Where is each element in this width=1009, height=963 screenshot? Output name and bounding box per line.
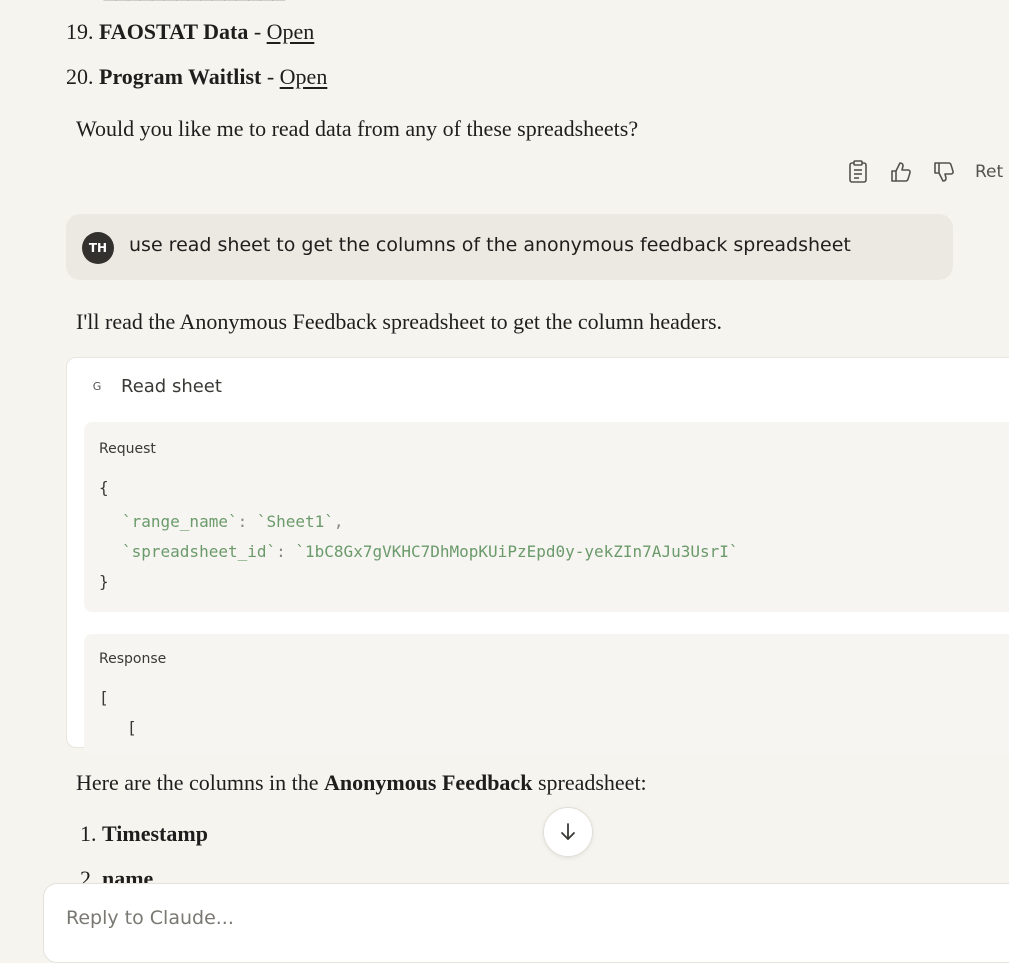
tool-title: Read sheet — [121, 376, 222, 397]
code-value: `1bC8Gx7gVKHC7DhMopKUiPzEpd0y-yekZIn7AJu… — [295, 542, 739, 561]
thumbs-down-icon — [934, 162, 954, 182]
arrow-down-icon — [561, 823, 575, 840]
sheet-title: Program Waitlist — [99, 64, 262, 89]
code-bracket: [ — [127, 718, 137, 737]
request-label: Request — [99, 441, 156, 457]
tool-call-card: G Read sheet Request { `range_name`: `Sh… — [66, 357, 1009, 754]
google-icon: G — [92, 380, 102, 393]
open-link[interactable]: Open — [280, 64, 328, 89]
copy-button[interactable] — [842, 156, 874, 188]
code-value: `Sheet1` — [256, 512, 334, 531]
clipboard-icon — [849, 160, 867, 183]
assistant-intro: I'll read the Anonymous Feedback spreads… — [76, 309, 723, 334]
code-bracket: [ — [99, 688, 109, 707]
list-number: 20. — [66, 64, 94, 89]
code-brace: } — [99, 572, 109, 591]
list-item: 19. FAOSTAT Data - Open — [66, 19, 314, 45]
sheet-title: FAOSTAT Data — [99, 19, 249, 44]
reply-composer — [43, 883, 1009, 963]
avatar: TH — [82, 232, 114, 264]
clipped-text-top: ━━━━━━━━━━━━━━━ — [104, 0, 285, 11]
columns-intro: Here are the columns in the Anonymous Fe… — [76, 770, 647, 796]
columns-intro-text: spreadsheet: — [532, 770, 647, 795]
code-key: `range_name` — [122, 512, 238, 531]
list-item: 1. Timestamp — [80, 821, 208, 847]
column-name: Timestamp — [102, 821, 208, 846]
code-punct: , — [333, 512, 344, 531]
thumbs-down-button[interactable] — [928, 156, 960, 188]
reply-input[interactable] — [64, 906, 968, 930]
separator: - — [248, 19, 267, 44]
spreadsheet-name: Anonymous Feedback — [324, 770, 533, 795]
list-number: 1. — [80, 821, 97, 846]
user-message-text: use read sheet to get the columns of the… — [129, 234, 851, 256]
user-message: TH use read sheet to get the columns of … — [66, 214, 953, 280]
list-item: 20. Program Waitlist - Open — [66, 64, 327, 90]
thumbs-up-icon — [891, 162, 911, 182]
message-actions: Ret — [842, 156, 1003, 188]
scroll-to-bottom-button[interactable] — [543, 807, 593, 857]
tool-call-header[interactable]: G Read sheet — [87, 376, 222, 397]
code-line: `spreadsheet_id`: `1bC8Gx7gVKHC7DhMopKUi… — [122, 542, 739, 561]
retry-button[interactable]: Ret — [975, 162, 1003, 182]
open-link[interactable]: Open — [267, 19, 315, 44]
response-label: Response — [99, 651, 167, 667]
columns-intro-text: Here are the columns in the — [76, 770, 325, 795]
code-key: `spreadsheet_id` — [122, 542, 277, 561]
code-line: `range_name`: `Sheet1`, — [122, 512, 344, 531]
request-block: Request { `range_name`: `Sheet1`, `sprea… — [84, 422, 1009, 612]
code-punct: : — [276, 542, 296, 561]
thumbs-up-button[interactable] — [885, 156, 917, 188]
assistant-question: Would you like me to read data from any … — [76, 116, 639, 141]
code-brace: { — [99, 478, 109, 497]
separator: - — [261, 64, 280, 89]
code-punct: : — [237, 512, 257, 531]
list-number: 19. — [66, 19, 94, 44]
response-block: Response [ [ — [84, 634, 1009, 754]
